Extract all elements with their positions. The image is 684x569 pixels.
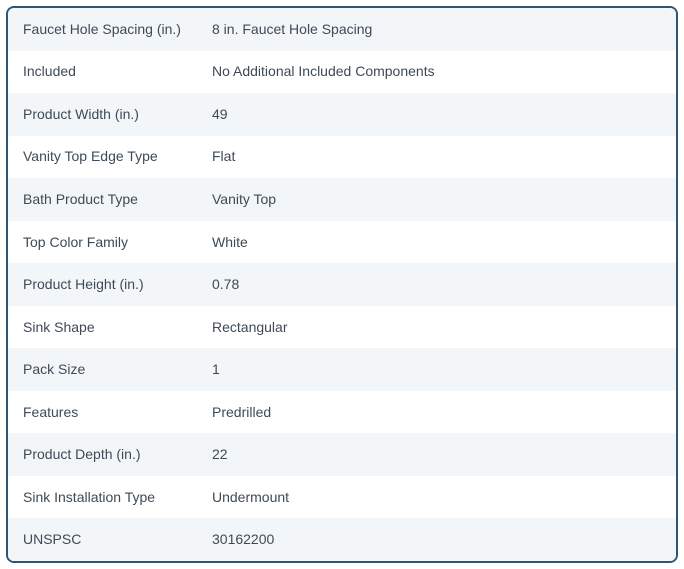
spec-label: Pack Size xyxy=(8,361,212,378)
spec-label: Top Color Family xyxy=(8,234,212,251)
spec-label: Vanity Top Edge Type xyxy=(8,148,212,165)
spec-label: Included xyxy=(8,63,212,80)
spec-label: Product Height (in.) xyxy=(8,276,212,293)
spec-label: UNSPSC xyxy=(8,531,212,548)
spec-row: Product Height (in.) 0.78 xyxy=(8,263,676,306)
spec-row: Product Depth (in.) 22 xyxy=(8,433,676,476)
spec-value: No Additional Included Components xyxy=(212,63,676,80)
spec-label: Faucet Hole Spacing (in.) xyxy=(8,21,212,38)
spec-row: Vanity Top Edge Type Flat xyxy=(8,136,676,179)
spec-label: Product Depth (in.) xyxy=(8,446,212,463)
spec-row: Sink Installation Type Undermount xyxy=(8,476,676,519)
spec-value: 0.78 xyxy=(212,276,676,293)
spec-value: White xyxy=(212,234,676,251)
spec-row: Sink Shape Rectangular xyxy=(8,306,676,349)
spec-value: Undermount xyxy=(212,489,676,506)
spec-label: Sink Shape xyxy=(8,319,212,336)
spec-value: 8 in. Faucet Hole Spacing xyxy=(212,21,676,38)
spec-row: Product Width (in.) 49 xyxy=(8,93,676,136)
spec-value: Vanity Top xyxy=(212,191,676,208)
spec-value: 49 xyxy=(212,106,676,123)
specifications-table: Faucet Hole Spacing (in.) 8 in. Faucet H… xyxy=(6,6,678,563)
page: Faucet Hole Spacing (in.) 8 in. Faucet H… xyxy=(0,0,684,569)
spec-label: Bath Product Type xyxy=(8,191,212,208)
spec-row: Top Color Family White xyxy=(8,221,676,264)
spec-row: Bath Product Type Vanity Top xyxy=(8,178,676,221)
spec-row: Pack Size 1 xyxy=(8,348,676,391)
spec-label: Features xyxy=(8,404,212,421)
spec-label: Product Width (in.) xyxy=(8,106,212,123)
spec-row: Included No Additional Included Componen… xyxy=(8,51,676,94)
spec-value: 22 xyxy=(212,446,676,463)
spec-value: Rectangular xyxy=(212,319,676,336)
spec-value: 30162200 xyxy=(212,531,676,548)
spec-value: Predrilled xyxy=(212,404,676,421)
spec-value: Flat xyxy=(212,148,676,165)
spec-value: 1 xyxy=(212,361,676,378)
spec-row: Features Predrilled xyxy=(8,391,676,434)
spec-row: Faucet Hole Spacing (in.) 8 in. Faucet H… xyxy=(8,8,676,51)
spec-row: UNSPSC 30162200 xyxy=(8,518,676,561)
spec-label: Sink Installation Type xyxy=(8,489,212,506)
